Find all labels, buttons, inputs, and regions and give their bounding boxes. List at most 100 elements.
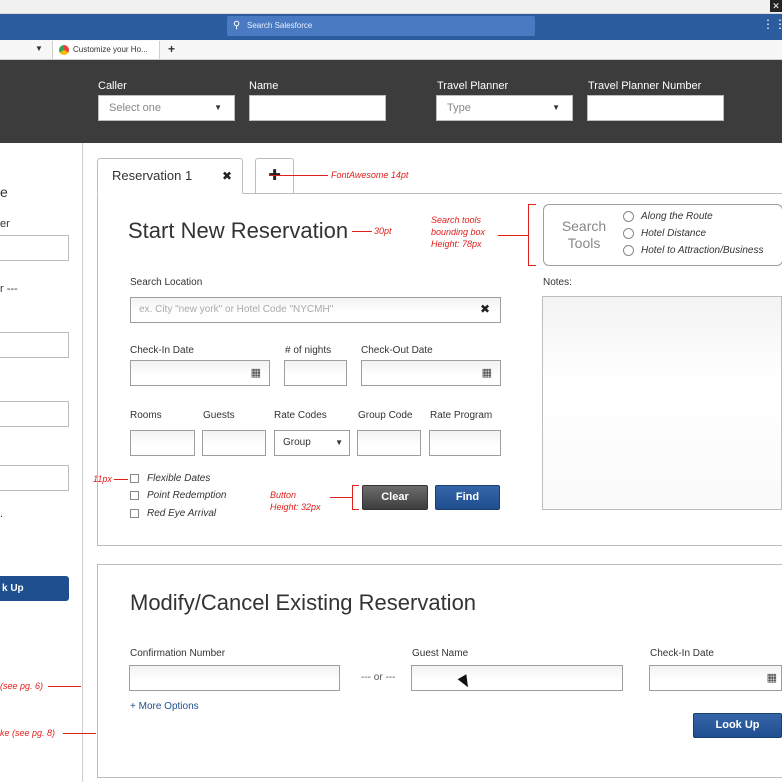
rooms-input[interactable] (130, 430, 195, 456)
caller-label: Caller (98, 80, 127, 92)
search-tools-title-line1: Search (561, 218, 607, 234)
hotel-attraction-label: Hotel to Attraction/Business (641, 245, 764, 257)
annotation-line (498, 235, 528, 236)
find-button[interactable]: Find (435, 485, 500, 510)
close-tab-icon[interactable]: ✖ (222, 159, 232, 193)
salesforce-search-input[interactable]: ⚲ Search Salesforce (227, 16, 535, 36)
annotation-line (114, 479, 128, 480)
nights-input[interactable] (284, 360, 347, 386)
left-panel-separator: r --- (0, 283, 18, 295)
or-separator: --- or --- (361, 672, 396, 683)
window-close-icon[interactable]: ✕ (770, 0, 782, 12)
travel-planner-select[interactable]: Type ▼ (436, 95, 573, 121)
radio-icon[interactable] (623, 228, 634, 239)
search-icon: ⚲ (233, 20, 241, 31)
left-panel-input[interactable] (0, 401, 69, 427)
modify-reservation-title: Modify/Cancel Existing Reservation (130, 590, 477, 615)
point-redemption-checkbox[interactable]: Point Redemption (130, 490, 227, 501)
notes-label: Notes: (543, 277, 572, 288)
travel-planner-number-label: Travel Planner Number (588, 80, 702, 92)
travel-planner-label: Travel Planner (437, 80, 509, 92)
rate-program-label: Rate Program (430, 410, 493, 421)
check-out-label: Check-Out Date (361, 345, 433, 356)
group-code-input[interactable] (357, 430, 421, 456)
add-tab-button[interactable]: ✚ (255, 158, 294, 194)
search-tools-title: Search Tools (560, 218, 608, 252)
search-placeholder: Search Salesforce (247, 21, 313, 30)
travel-planner-select-value: Type (447, 102, 471, 114)
rate-codes-value: Group (283, 437, 311, 448)
hotel-attraction-radio[interactable]: Hotel to Attraction/Business (623, 245, 763, 256)
check-in-input[interactable]: ▦ (130, 360, 270, 386)
left-panel-text: . (0, 508, 4, 520)
browser-tab-customize[interactable]: Customize your Ho... (52, 41, 160, 59)
left-panel-input[interactable] (0, 332, 69, 358)
confirmation-number-label: Confirmation Number (130, 648, 226, 659)
confirmation-number-input[interactable] (129, 665, 340, 691)
guest-name-input[interactable] (411, 665, 623, 691)
favicon-icon (59, 45, 69, 55)
left-panel-heading: e (0, 184, 8, 200)
new-tab-icon[interactable]: + (168, 42, 175, 56)
lookup-button[interactable]: Look Up (693, 713, 782, 738)
radio-icon[interactable] (623, 245, 634, 256)
search-location-placeholder: ex. City "new york" or Hotel Code "NYCMH… (139, 304, 334, 315)
rate-codes-label: Rate Codes (274, 410, 327, 421)
checkbox-icon[interactable] (130, 490, 139, 500)
red-eye-arrival-checkbox[interactable]: Red Eye Arrival (130, 508, 216, 519)
clear-button[interactable]: Clear (362, 485, 428, 510)
calendar-icon[interactable]: ▦ (767, 671, 777, 684)
left-panel-divider (82, 143, 83, 782)
search-location-label: Search Location (130, 277, 203, 288)
tab-dropdown-icon[interactable]: ▼ (35, 44, 43, 53)
notes-textarea[interactable] (542, 296, 782, 510)
checkbox-icon[interactable] (130, 508, 139, 518)
flexible-dates-checkbox[interactable]: Flexible Dates (130, 473, 210, 484)
name-label: Name (249, 80, 279, 92)
name-input[interactable] (249, 95, 386, 121)
group-code-label: Group Code (358, 410, 413, 421)
rate-program-input[interactable] (429, 430, 501, 456)
browser-top-strip (0, 0, 782, 14)
left-panel-input[interactable] (0, 465, 69, 491)
caller-select[interactable]: Select one ▼ (98, 95, 235, 121)
annotation-bracket (352, 485, 359, 486)
annotation-see-pg6: (see pg. 6) (0, 681, 44, 691)
search-tools-title-line2: Tools (567, 235, 601, 251)
check-in-label: Check-In Date (130, 345, 194, 356)
radio-icon[interactable] (623, 211, 634, 222)
caret-down-icon: ▼ (552, 103, 560, 112)
annotation-bracket (352, 485, 353, 510)
guests-label: Guests (203, 410, 235, 421)
rate-codes-select[interactable]: Group ▼ (274, 430, 350, 456)
annotation-bracket (352, 509, 359, 510)
modify-check-in-label: Check-In Date (650, 648, 714, 659)
annotation-checkbox-size: 11px (93, 474, 112, 484)
tab-reservation-1[interactable]: Reservation 1 ✖ (97, 158, 243, 194)
left-lookup-button[interactable]: k Up (0, 576, 69, 601)
travel-planner-number-input[interactable] (587, 95, 724, 121)
calendar-icon[interactable]: ▦ (482, 366, 492, 379)
rooms-label: Rooms (130, 410, 162, 421)
flexible-dates-label: Flexible Dates (147, 473, 211, 484)
annotation-line (352, 231, 372, 232)
check-out-input[interactable]: ▦ (361, 360, 501, 386)
along-route-radio[interactable]: Along the Route (623, 211, 713, 222)
caret-down-icon: ▼ (335, 438, 343, 447)
hotel-distance-label: Hotel Distance (641, 228, 707, 240)
annotation-fontawesome: FontAwesome 14pt (331, 170, 409, 180)
calendar-icon[interactable]: ▦ (251, 366, 261, 379)
hotel-distance-radio[interactable]: Hotel Distance (623, 228, 706, 239)
checkbox-icon[interactable] (130, 473, 139, 483)
guests-input[interactable] (202, 430, 266, 456)
search-location-input[interactable]: ex. City "new york" or Hotel Code "NYCMH… (130, 297, 501, 323)
browser-tab-title: Customize your Ho... (73, 45, 148, 54)
more-options-link[interactable]: + More Options (130, 701, 199, 712)
annotation-bracket (528, 204, 529, 266)
tab-reservation-label: Reservation 1 (112, 168, 193, 183)
start-reservation-title: Start New Reservation (128, 218, 349, 243)
left-panel-input[interactable] (0, 235, 69, 261)
modify-check-in-input[interactable]: ▦ (649, 665, 782, 691)
app-launcher-icon[interactable]: ⋮⋮⋮ (762, 18, 782, 30)
clear-search-icon[interactable]: ✖ (480, 302, 490, 316)
